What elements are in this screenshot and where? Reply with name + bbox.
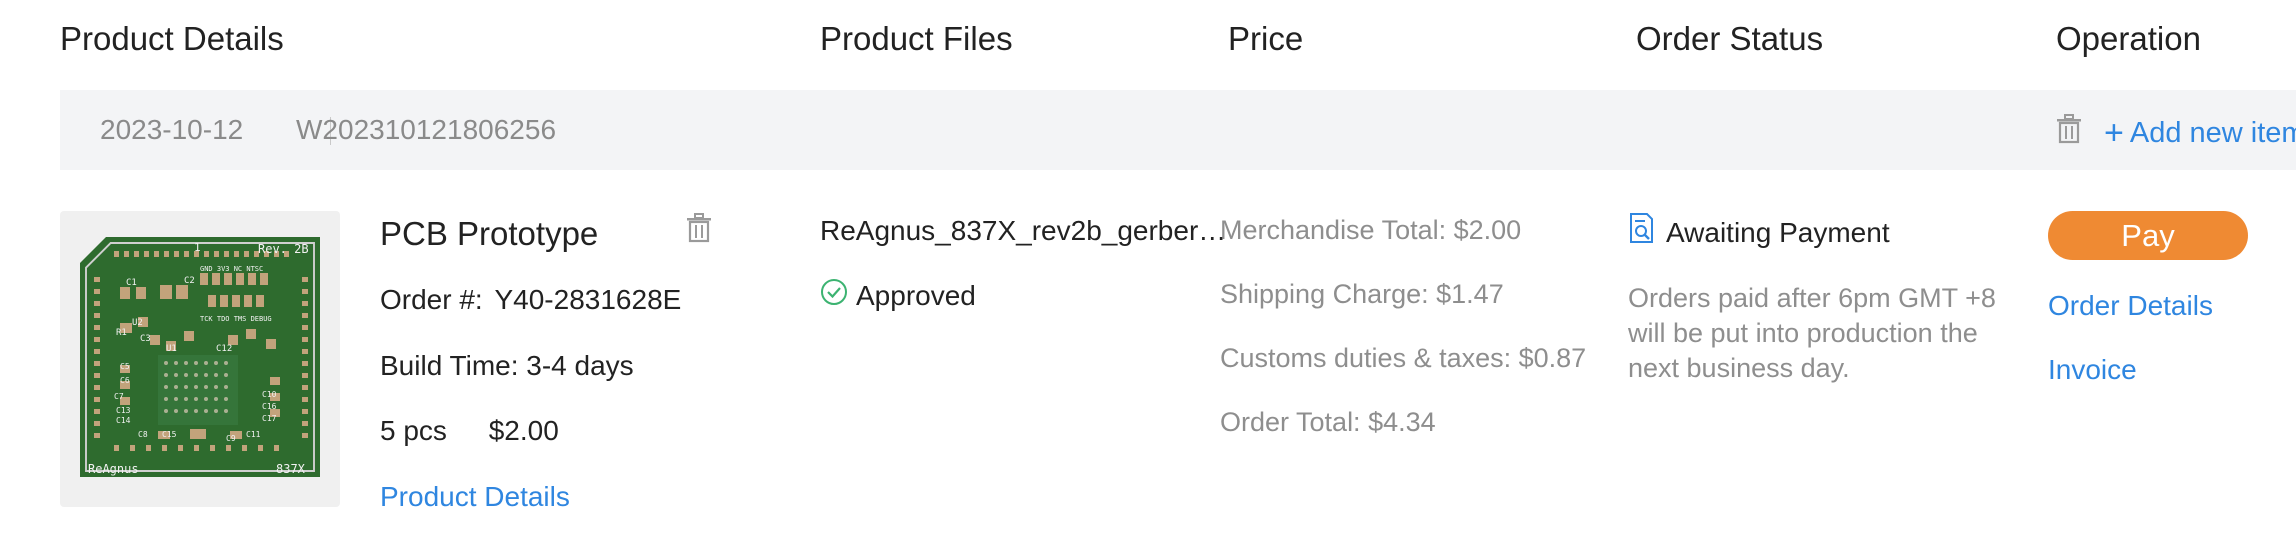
header-price: Price [1228,20,1304,57]
svg-text:TCK TDO TMS DEBUG: TCK TDO TMS DEBUG [200,315,272,323]
add-new-item-label: Add new item [2129,117,2296,149]
svg-text:C12: C12 [216,344,232,354]
svg-text:C17: C17 [262,414,277,423]
svg-text:C7: C7 [114,392,124,401]
svg-text:C8: C8 [138,430,148,439]
add-new-item-button[interactable]: + Add new item [2104,112,2296,152]
product-details-link[interactable]: Product Details [380,481,570,513]
svg-text:U1: U1 [166,344,177,354]
order-id: W202310121806256 [296,114,557,145]
svg-text:C10: C10 [262,390,277,399]
svg-text:C13: C13 [116,406,131,415]
check-circle-icon [820,278,848,313]
svg-text:C1: C1 [126,278,137,288]
svg-text:C14: C14 [116,416,131,425]
header-operation: Operation [2056,20,2201,57]
svg-text:C5: C5 [120,362,130,371]
quantity: 5 pcs [380,415,447,446]
approved-label: Approved [856,280,976,311]
svg-text:Rev. 2B: Rev. 2B [258,242,309,256]
svg-text:C16: C16 [262,402,277,411]
svg-text:C9: C9 [226,434,236,443]
status-note-line2: will be put into production the [1628,318,1978,348]
pcb-board-image: 1 Rev. 2B GND 3V3 NC NTSC TCK TDO TMS DE… [80,237,320,477]
order-number-label: Order #: [380,284,483,315]
order-total: Order Total: $4.34 [1220,407,1436,437]
svg-text:C2: C2 [184,276,195,286]
svg-text:C6: C6 [120,376,130,385]
plus-icon: + [2104,114,2124,152]
delete-item-icon[interactable] [686,213,712,248]
svg-text:C11: C11 [246,430,261,439]
delete-order-icon[interactable] [2056,114,2082,149]
shipping-charge: Shipping Charge: $1.47 [1220,279,1504,309]
product-thumbnail[interactable]: 1 Rev. 2B GND 3V3 NC NTSC TCK TDO TMS DE… [60,211,340,507]
svg-text:837X: 837X [276,462,306,476]
customs-duties: Customs duties & taxes: $0.87 [1220,343,1587,373]
svg-text:ReAgnus: ReAgnus [88,462,139,476]
svg-text:C15: C15 [162,430,177,439]
svg-text:GND 3V3 NC NTSC: GND 3V3 NC NTSC [200,265,263,273]
pay-button[interactable]: Pay [2048,211,2248,260]
order-status: Awaiting Payment [1628,212,1890,254]
status-note-line3: next business day. [1628,353,1850,383]
unit-price: $2.00 [488,415,559,446]
svg-text:U2: U2 [132,318,143,328]
document-search-icon [1628,212,1656,251]
gerber-filename[interactable]: ReAgnus_837X_rev2b_gerber… [820,215,1226,247]
header-product-files: Product Files [820,20,1013,57]
status-note-line1: Orders paid after 6pm GMT +8 [1628,283,1996,313]
order-date: 2023-10-12 [100,114,244,145]
product-name: PCB Prototype [380,215,599,252]
quantity-price-row: 5 pcs $2.00 [380,415,559,447]
order-number-row: Order #: Y40-2831628E [380,284,681,316]
svg-text:C3: C3 [140,334,151,344]
invoice-link[interactable]: Invoice [2048,354,2137,386]
awaiting-payment-label: Awaiting Payment [1666,216,1890,248]
file-approval-status: Approved [820,278,976,315]
merchandise-total: Merchandise Total: $2.00 [1220,215,1522,245]
build-time: Build Time: 3-4 days [380,350,634,381]
order-info-bar: 2023-10-12 W202310121806256 + Add new ite… [60,90,2296,170]
order-details-link[interactable]: Order Details [2048,290,2213,322]
svg-text:R1: R1 [116,328,127,338]
header-product-details: Product Details [60,20,284,57]
order-number-value: Y40-2831628E [494,284,682,315]
header-order-status: Order Status [1636,20,1824,57]
svg-text:1: 1 [194,241,201,254]
